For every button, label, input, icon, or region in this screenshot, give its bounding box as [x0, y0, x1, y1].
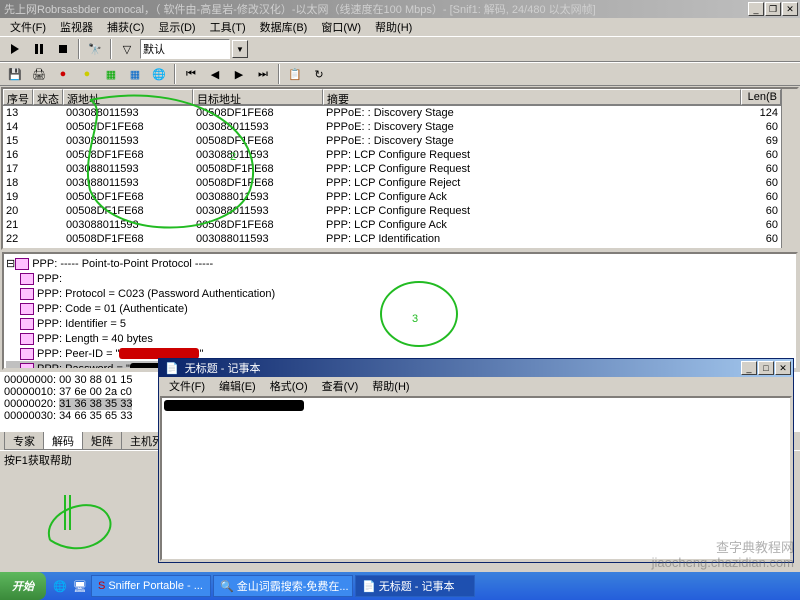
status-text: 按F1获取帮助 [4, 452, 72, 468]
close-button[interactable]: ✕ [782, 2, 798, 16]
start-button[interactable]: 开始 [0, 572, 46, 600]
table-row[interactable]: 1300308801159300508DF1FE68PPPoE: : Disco… [3, 106, 781, 120]
tb-next[interactable]: ▶ [228, 63, 250, 85]
np-menu-file[interactable]: 文件(F) [163, 377, 211, 395]
tb-first[interactable]: ⏮ [180, 63, 202, 85]
menu-database[interactable]: 数据库(B) [254, 18, 314, 36]
menu-monitor[interactable]: 监视器 [54, 18, 99, 36]
col-summary[interactable]: 摘要 [323, 89, 741, 105]
funnel-button[interactable]: ▽ [116, 38, 138, 60]
notepad-titlebar[interactable]: 📄 无标题 - 记事本 _ □ ✕ [159, 359, 793, 377]
menu-help[interactable]: 帮助(H) [369, 18, 418, 36]
quicklaunch-desktop[interactable]: 🖥 [70, 580, 90, 593]
notepad-title: 无标题 - 记事本 [183, 360, 741, 376]
detail-pane[interactable]: ⊟ PPP: ----- Point-to-Point Protocol ---… [2, 252, 798, 370]
pause-button[interactable] [28, 38, 50, 60]
menu-tools[interactable]: 工具(T) [204, 18, 252, 36]
tab-expert[interactable]: 专家 [4, 432, 44, 450]
tab-matrix[interactable]: 矩阵 [82, 432, 122, 450]
table-row[interactable]: 1900508DF1FE68003088011593PPP: LCP Confi… [3, 190, 781, 204]
notepad-window[interactable]: 📄 无标题 - 记事本 _ □ ✕ 文件(F) 编辑(E) 格式(O) 查看(V… [158, 358, 794, 563]
watermark-2: jiaocheng.chazidian.com [652, 555, 794, 570]
detail-line[interactable]: PPP: Code = 01 (Authenticate) [6, 301, 794, 316]
menu-file[interactable]: 文件(F) [4, 18, 52, 36]
toolbar-1: 🔭 ▽ 默认 ▼ [0, 36, 800, 62]
tb-globe[interactable]: 🌐 [148, 63, 170, 85]
tb-copy[interactable]: 📋 [284, 63, 306, 85]
filter-combo-dropdown[interactable]: ▼ [232, 40, 248, 58]
main-titlebar: 先上网Robrsasbder comocal，（ 软件由-高星岩-修改汉化）-以… [0, 0, 800, 18]
tb-yellow[interactable]: ● [76, 63, 98, 85]
tb-red[interactable]: ● [52, 63, 74, 85]
task-notepad[interactable]: 📄无标题 - 记事本 [355, 575, 475, 597]
detail-line[interactable]: PPP: Identifier = 5 [6, 316, 794, 331]
table-row[interactable]: 1600508DF1FE68003088011593PPP: LCP Confi… [3, 148, 781, 162]
toolbar-2: 💾 🖨 ● ● ▦ ▦ 🌐 ⏮ ◀ ▶ ⏭ 📋 ↻ [0, 62, 800, 86]
minimize-button[interactable]: _ [748, 2, 764, 16]
np-menu-view[interactable]: 查看(V) [316, 377, 365, 395]
notepad-menubar: 文件(F) 编辑(E) 格式(O) 查看(V) 帮助(H) [159, 377, 793, 395]
tb-chart2[interactable]: ▦ [124, 63, 146, 85]
menu-capture[interactable]: 捕获(C) [101, 18, 150, 36]
tab-decode[interactable]: 解码 [43, 432, 83, 450]
col-dst[interactable]: 目标地址 [193, 89, 323, 105]
detail-line[interactable]: PPP: [6, 271, 794, 286]
main-title: 先上网Robrsasbder comocal，（ 软件由-高星岩-修改汉化）-以… [2, 1, 748, 17]
col-status[interactable]: 状态 [33, 89, 63, 105]
notepad-close[interactable]: ✕ [775, 361, 791, 375]
grid-scrollbar[interactable] [781, 89, 797, 248]
binoculars-button[interactable]: 🔭 [84, 38, 106, 60]
notepad-editor[interactable] [160, 396, 792, 561]
table-row[interactable]: 1800308801159300508DF1FE68PPP: LCP Confi… [3, 176, 781, 190]
col-len[interactable]: Len(B [741, 89, 781, 105]
tb-prev[interactable]: ◀ [204, 63, 226, 85]
np-menu-format[interactable]: 格式(O) [264, 377, 314, 395]
task-sniffer[interactable]: SSniffer Portable - ... [91, 575, 211, 597]
table-row[interactable]: 1500308801159300508DF1FE68PPPoE: : Disco… [3, 134, 781, 148]
tb-last[interactable]: ⏭ [252, 63, 274, 85]
table-row[interactable]: 2200508DF1FE68003088011593PPP: LCP Ident… [3, 232, 781, 246]
filter-combo[interactable]: 默认 [140, 39, 230, 59]
tb-print[interactable]: 🖨 [28, 63, 50, 85]
taskbar: 开始 🌐 🖥 SSniffer Portable - ... 🔍金山词霸搜索-免… [0, 572, 800, 600]
tb-refresh[interactable]: ↻ [308, 63, 330, 85]
notepad-icon: 📄 [165, 362, 179, 375]
play-button[interactable] [4, 38, 26, 60]
task-kingsoft[interactable]: 🔍金山词霸搜索-免费在... [213, 575, 353, 597]
packet-grid-header: 序号 状态 源地址 目标地址 摘要 Len(B [3, 89, 781, 106]
table-row[interactable]: 2100308801159300508DF1FE68PPP: LCP Confi… [3, 218, 781, 232]
quicklaunch-ie[interactable]: 🌐 [50, 580, 70, 593]
detail-line[interactable]: PPP: Protocol = C023 (Password Authentic… [6, 286, 794, 301]
menu-window[interactable]: 窗口(W) [315, 18, 367, 36]
table-row[interactable]: 2300508DF1FE68003088011593PPP: LCP Ident… [3, 246, 781, 248]
tb-chart1[interactable]: ▦ [100, 63, 122, 85]
stop-button[interactable] [52, 38, 74, 60]
menu-display[interactable]: 显示(D) [152, 18, 201, 36]
notepad-maximize[interactable]: □ [758, 361, 774, 375]
np-menu-help[interactable]: 帮助(H) [366, 377, 415, 395]
table-row[interactable]: 1700308801159300508DF1FE68PPP: LCP Confi… [3, 162, 781, 176]
table-row[interactable]: 1400508DF1FE68003088011593PPPoE: : Disco… [3, 120, 781, 134]
np-menu-edit[interactable]: 编辑(E) [213, 377, 262, 395]
detail-line[interactable]: PPP: Length = 40 bytes [6, 331, 794, 346]
protocol-icon [15, 258, 29, 270]
table-row[interactable]: 2000508DF1FE68003088011593PPP: LCP Confi… [3, 204, 781, 218]
notepad-minimize[interactable]: _ [741, 361, 757, 375]
watermark-1: 查字典教程网 [716, 537, 794, 556]
main-menubar: 文件(F) 监视器 捕获(C) 显示(D) 工具(T) 数据库(B) 窗口(W)… [0, 18, 800, 36]
maximize-button[interactable]: ❐ [765, 2, 781, 16]
col-seq[interactable]: 序号 [3, 89, 33, 105]
col-src[interactable]: 源地址 [63, 89, 193, 105]
packet-grid-body[interactable]: 1300308801159300508DF1FE68PPPoE: : Disco… [3, 106, 781, 248]
tb-save[interactable]: 💾 [4, 63, 26, 85]
